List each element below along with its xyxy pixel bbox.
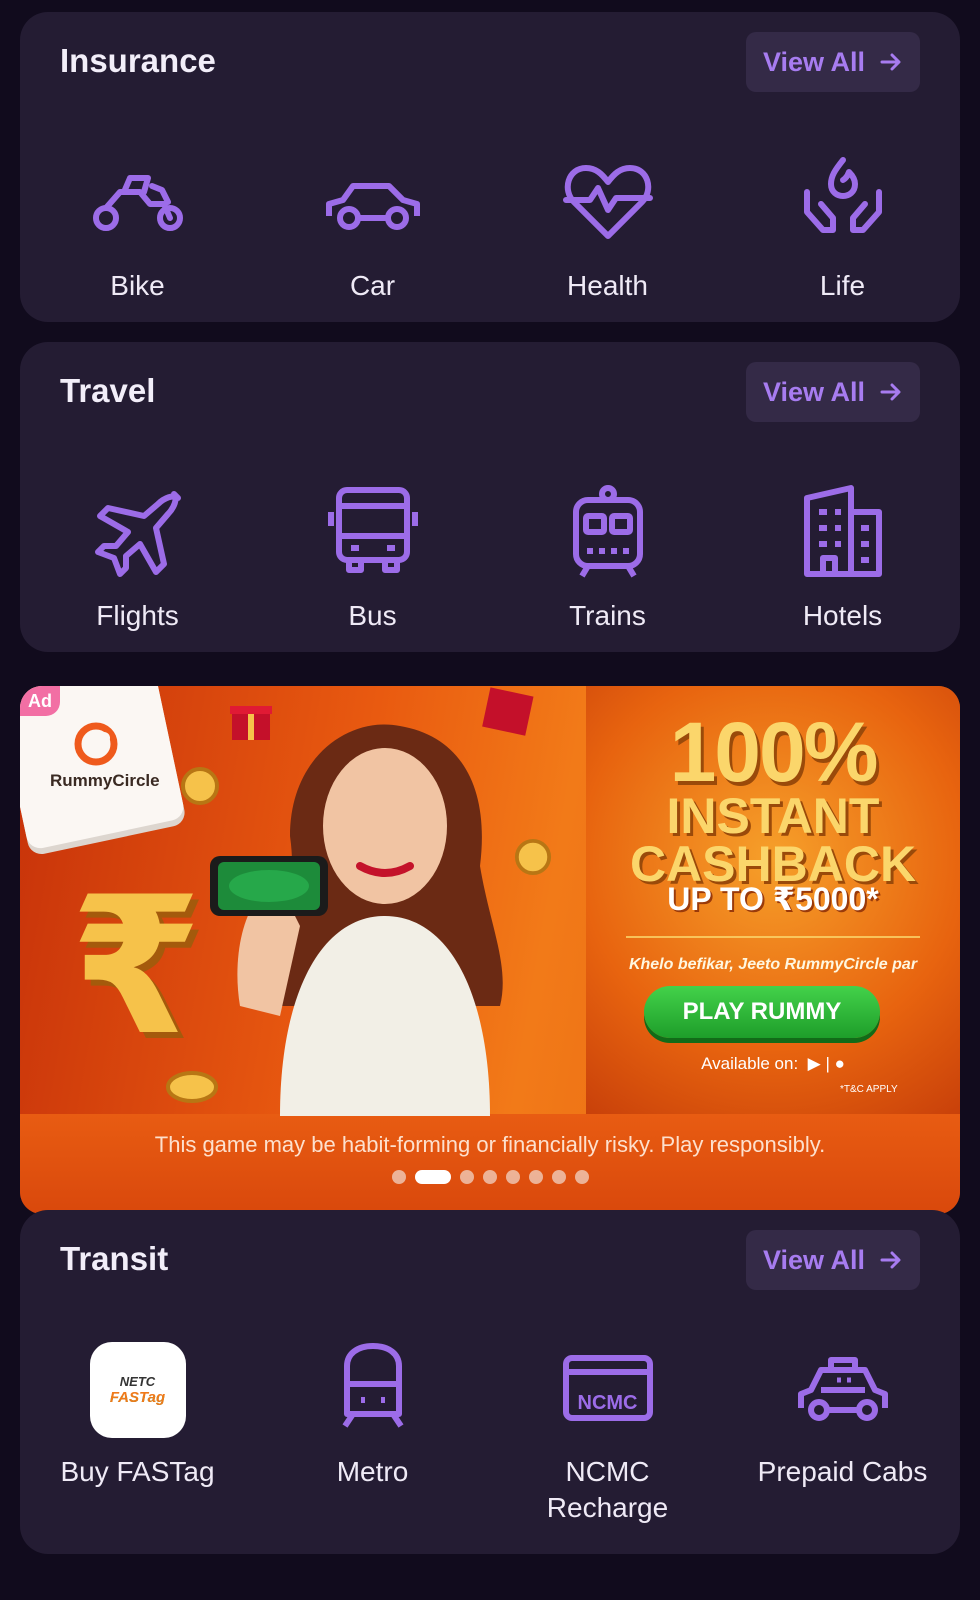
heart-pulse-icon	[562, 165, 653, 239]
tnc-note: *T&C APPLY	[840, 1084, 898, 1095]
offer-headline-percent: 100%	[669, 705, 879, 799]
offer-headline-amount: UP TO ₹5000*	[667, 881, 879, 917]
arrow-right-icon	[880, 53, 901, 71]
insurance-item-health[interactable]: Health	[490, 142, 725, 304]
travel-view-all-button[interactable]: View All	[746, 362, 920, 422]
offer-headline-cashback: INSTANT CASHBACK	[629, 788, 917, 892]
play-store-icon: ▶	[802, 1054, 821, 1073]
transit-item-label: Metro	[336, 1456, 409, 1487]
motorbike-icon	[92, 175, 183, 231]
transit-item-label: Buy FASTag	[60, 1456, 215, 1487]
fastag-logo-text: FASTag	[109, 1389, 166, 1406]
coin-icon	[514, 838, 552, 876]
carousel-dot[interactable]	[528, 1170, 543, 1184]
insurance-item-car[interactable]: Car	[255, 142, 490, 304]
travel-item-hotels[interactable]: Hotels	[725, 472, 960, 634]
transit-item-ncmc-recharge[interactable]: NCMC NCMC Recharge	[490, 1328, 725, 1526]
apple-icon: ●	[834, 1054, 845, 1073]
brand-name: RummyCircle	[50, 771, 160, 790]
play-rummy-button[interactable]: PLAY RUMMY	[644, 986, 880, 1038]
travel-item-label: Trains	[569, 600, 646, 631]
arrow-right-icon	[880, 383, 901, 401]
insurance-item-bike[interactable]: Bike	[20, 142, 255, 304]
carousel-indicators	[20, 1170, 960, 1184]
travel-item-trains[interactable]: Trains	[490, 472, 725, 634]
coin-icon	[181, 767, 219, 805]
gift-box-icon	[482, 687, 534, 736]
metro-icon	[342, 1343, 403, 1428]
carousel-dot[interactable]	[391, 1170, 406, 1184]
carousel-dot[interactable]	[551, 1170, 566, 1184]
model-photo	[210, 724, 503, 1116]
travel-item-label: Bus	[348, 600, 397, 631]
view-all-label: View All	[762, 376, 866, 407]
transit-item-label: NCMC Recharge	[546, 1456, 669, 1523]
hands-flame-icon	[803, 157, 882, 233]
insurance-item-label: Bike	[110, 270, 165, 301]
coin-icon	[166, 1071, 218, 1103]
responsible-play-disclaimer: This game may be habit-forming or financ…	[154, 1132, 826, 1157]
transit-title: Transit	[60, 1240, 169, 1277]
transit-view-all-button[interactable]: View All	[746, 1230, 920, 1290]
available-on: Available on: ▶ | ●	[586, 1054, 960, 1074]
view-all-label: View All	[762, 1244, 866, 1275]
bus-icon	[327, 487, 418, 573]
taxi-icon	[797, 1357, 888, 1421]
promo-banner[interactable]: RummyCircle Ad ₹ 100% INSTANT CASHBACK U…	[20, 686, 960, 1214]
insurance-view-all-button[interactable]: View All	[746, 32, 920, 92]
insurance-item-label: Health	[567, 270, 648, 301]
offer-tagline: Khelo befikar, Jeeto RummyCircle par	[628, 956, 918, 973]
banner-footer	[20, 1114, 960, 1214]
travel-card: Travel View All Flights Bus Trains Hotel…	[20, 342, 960, 652]
arrow-right-icon	[880, 1251, 901, 1269]
gift-box-icon	[230, 706, 272, 740]
transit-item-buy-fastag[interactable]: NETC FASTag Buy FASTag	[20, 1328, 255, 1526]
rummycircle-logo-icon	[74, 722, 118, 766]
transit-item-prepaid-cabs[interactable]: Prepaid Cabs	[725, 1328, 960, 1526]
train-icon	[572, 485, 643, 578]
available-on-label: Available on:	[701, 1054, 799, 1073]
ncmc-card-text: NCMC	[577, 1392, 638, 1414]
carousel-dot[interactable]	[482, 1170, 497, 1184]
car-icon	[325, 183, 420, 230]
ad-badge: Ad	[20, 686, 60, 716]
airplane-icon	[94, 491, 181, 577]
netc-logo-text: NETC	[119, 1374, 156, 1389]
ncmc-card-icon	[562, 1355, 653, 1421]
offer-divider	[626, 936, 920, 938]
insurance-item-life[interactable]: Life	[725, 142, 960, 304]
insurance-title: Insurance	[60, 42, 216, 79]
transit-card: Transit View All NETC FASTag Buy FASTag …	[20, 1210, 960, 1554]
hotel-building-icon	[803, 485, 882, 577]
travel-item-label: Hotels	[802, 600, 883, 631]
transit-item-metro[interactable]: Metro	[255, 1328, 490, 1526]
view-all-label: View All	[762, 46, 866, 77]
insurance-item-label: Car	[349, 270, 396, 301]
fastag-logo: NETC FASTag	[89, 1342, 186, 1438]
insurance-item-label: Life	[819, 270, 866, 301]
travel-title: Travel	[60, 372, 156, 409]
carousel-dot[interactable]	[414, 1170, 451, 1184]
insurance-card: Insurance View All Bike Car Health Life	[20, 12, 960, 322]
separator: |	[825, 1054, 830, 1073]
carousel-dot[interactable]	[574, 1170, 589, 1184]
travel-item-bus[interactable]: Bus	[255, 472, 490, 634]
travel-item-label: Flights	[96, 600, 179, 631]
travel-item-flights[interactable]: Flights	[20, 472, 255, 634]
transit-item-label: Prepaid Cabs	[757, 1456, 928, 1487]
carousel-dot[interactable]	[505, 1170, 520, 1184]
carousel-dot[interactable]	[459, 1170, 474, 1184]
